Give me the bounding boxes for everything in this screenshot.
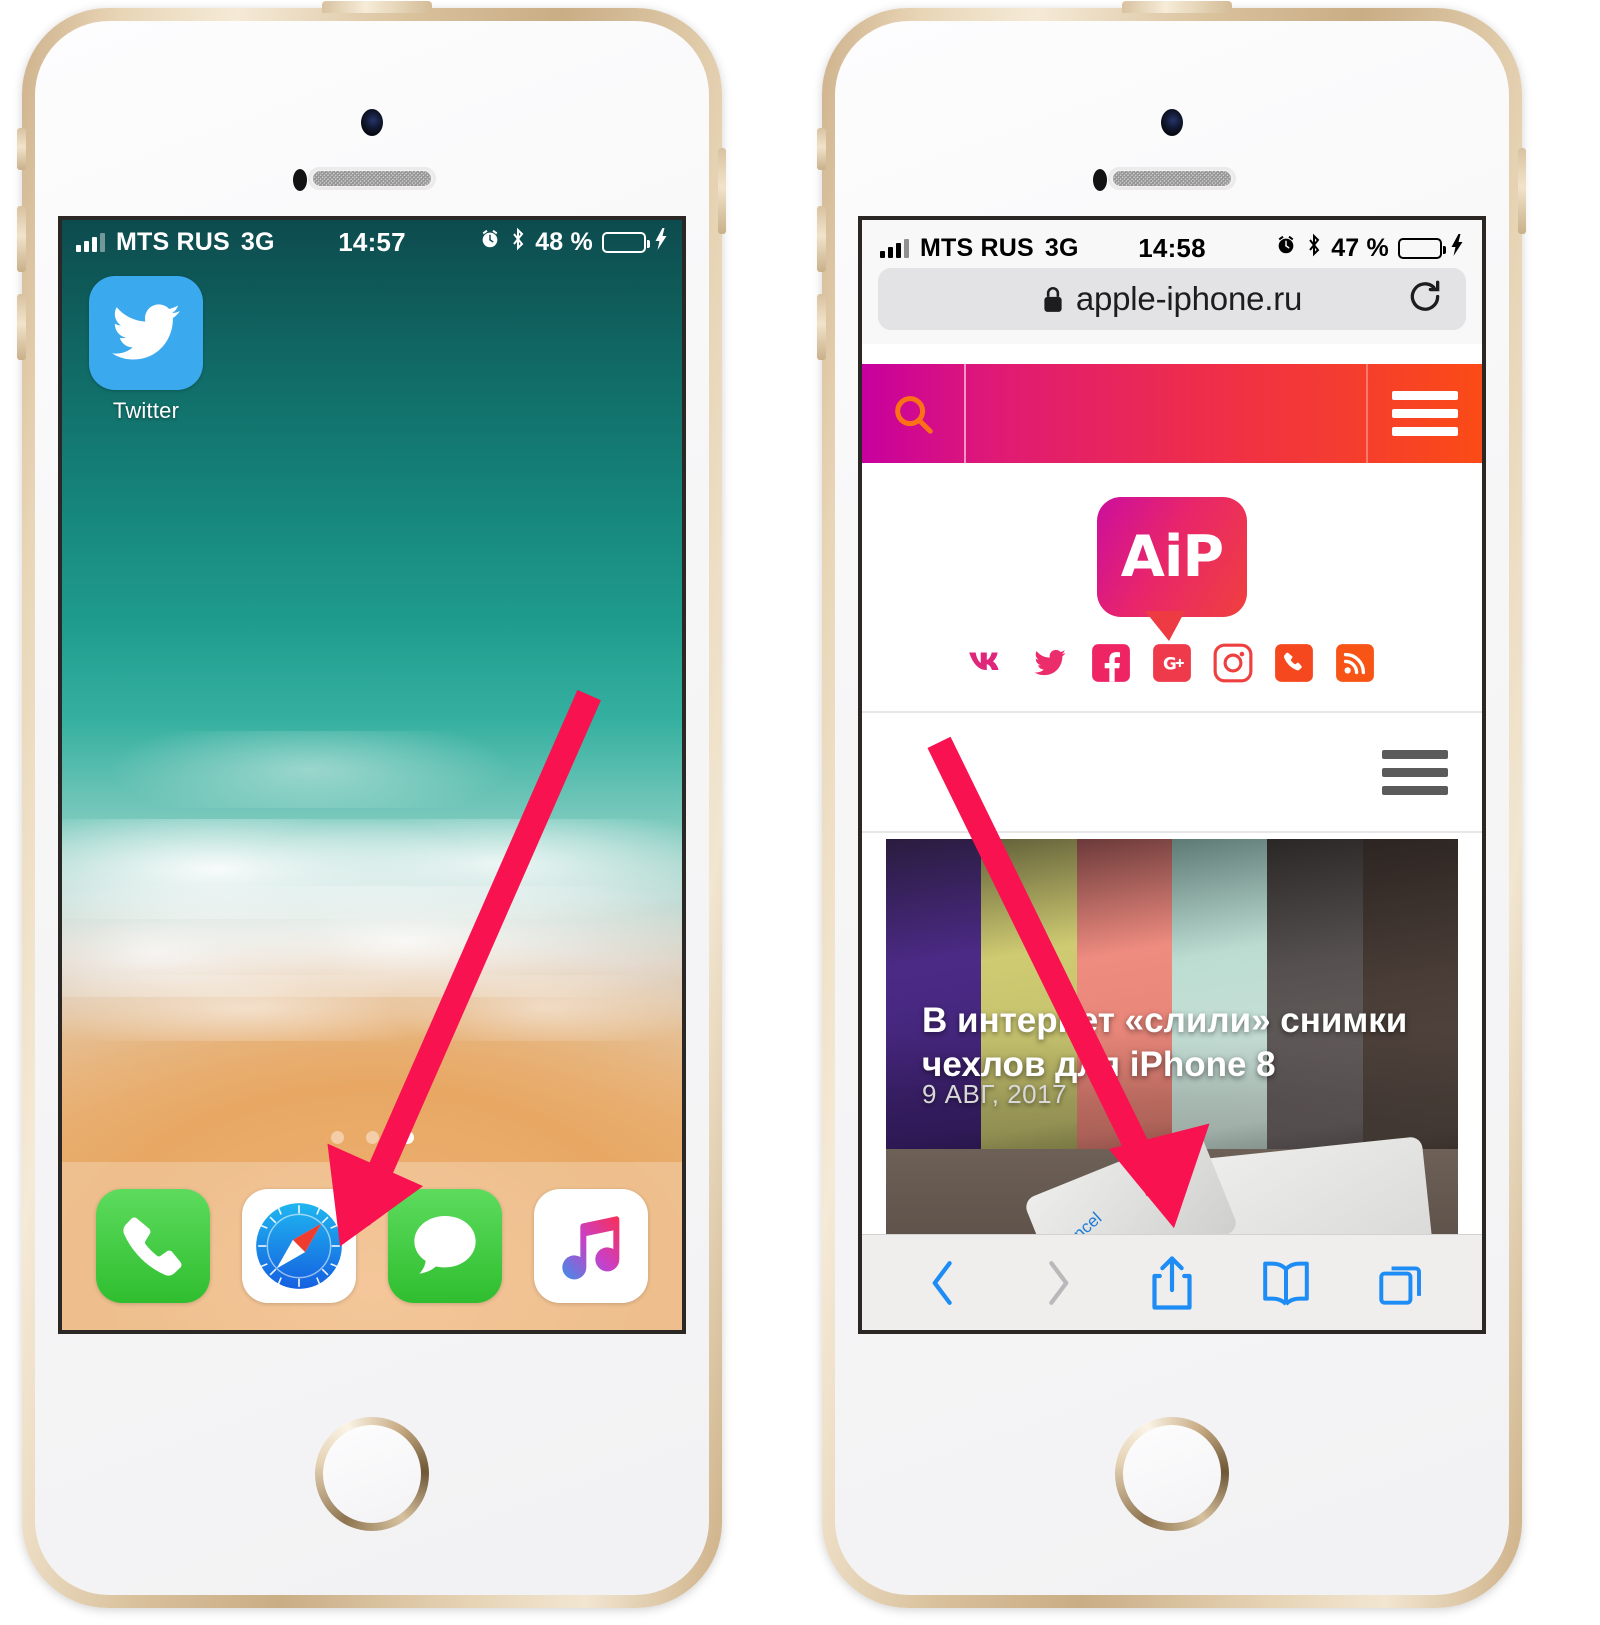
alarm-clock-icon: [479, 228, 501, 257]
earpiece-speaker-icon: [1108, 167, 1236, 190]
hamburger-menu-icon[interactable]: [1382, 749, 1448, 795]
proximity-sensor-icon: [293, 169, 307, 191]
safari-display: MTS RUS 3G 14:58 47 % apple-iphone.ru Ai…: [858, 216, 1486, 1334]
music-app-icon[interactable]: [534, 1189, 648, 1303]
share-button[interactable]: [1134, 1250, 1210, 1316]
front-camera-icon: [1161, 109, 1183, 136]
twitter-bird-icon[interactable]: [89, 276, 203, 390]
site-logo[interactable]: AiP: [862, 463, 1482, 641]
status-bar: MTS RUS 3G 14:58 47 %: [878, 228, 1466, 268]
page-dot-active[interactable]: [400, 1131, 414, 1144]
iphone-safari-browser: MTS RUS 3G 14:58 47 % apple-iphone.ru Ai…: [817, 1, 1526, 1608]
app-icon-twitter[interactable]: Twitter: [86, 276, 206, 424]
url-text[interactable]: apple-iphone.ru: [1076, 280, 1303, 318]
aip-logo-icon[interactable]: AiP: [1097, 497, 1247, 641]
rss-icon[interactable]: [1333, 641, 1377, 685]
home-screen-display: MTS RUS 3G 14:57 48 % Twitter: [58, 216, 686, 1334]
power-button[interactable]: [718, 148, 726, 234]
instagram-icon[interactable]: [1211, 641, 1255, 685]
power-button[interactable]: [1518, 148, 1526, 234]
signal-bars-icon: [76, 232, 105, 252]
charging-bolt-icon: [655, 227, 668, 257]
content-menu-button[interactable]: [862, 713, 1482, 831]
vk-icon[interactable]: [967, 641, 1011, 685]
screenshot-root: MTS RUS 3G 14:57 48 % Twitter MTS RUS 3G…: [0, 0, 1600, 1625]
article-date: 9 АВГ, 2017: [922, 1079, 1068, 1109]
network-type: 3G: [1044, 233, 1079, 262]
forward-button[interactable]: [1020, 1250, 1096, 1316]
battery-percent: 47 %: [1331, 233, 1389, 262]
battery-percent: 48 %: [535, 227, 593, 256]
bookmarks-button[interactable]: [1248, 1250, 1324, 1316]
carrier-name: MTS RUS: [920, 233, 1034, 262]
hamburger-menu-icon[interactable]: [1392, 391, 1458, 436]
home-button[interactable]: [1115, 1417, 1229, 1531]
article-card[interactable]: В интернет «слили» снимки чехлов для iPh…: [886, 839, 1458, 1234]
antenna-band: [1122, 1, 1232, 13]
article-image-lower: Cancel: [886, 1129, 1458, 1234]
ring-silent-switch[interactable]: [17, 128, 26, 170]
telephone-icon[interactable]: [1272, 641, 1316, 685]
app-grid: Twitter: [62, 276, 682, 424]
web-page-content: AiP G В интернет «слили» снимки чехлов д…: [862, 364, 1482, 1234]
cancel-overlay-text: Cancel: [1053, 1208, 1106, 1234]
messages-app-icon[interactable]: [388, 1189, 502, 1303]
safari-bottom-toolbar: [862, 1234, 1482, 1330]
ring-silent-switch[interactable]: [817, 128, 826, 170]
app-label: Twitter: [112, 398, 180, 423]
alarm-clock-icon: [1275, 234, 1297, 263]
site-menu-button[interactable]: [1366, 364, 1482, 463]
earpiece-speaker-icon: [308, 167, 436, 190]
volume-up-button[interactable]: [817, 206, 826, 272]
home-button[interactable]: [315, 1417, 429, 1531]
reload-icon[interactable]: [1406, 278, 1444, 321]
dock: [62, 1162, 682, 1330]
bluetooth-icon: [1306, 233, 1322, 264]
volume-down-button[interactable]: [817, 294, 826, 360]
svg-text:G: G: [1163, 653, 1177, 673]
network-type: 3G: [240, 227, 275, 256]
section-divider: [862, 831, 1482, 833]
back-button[interactable]: [905, 1250, 981, 1316]
url-bar[interactable]: apple-iphone.ru: [878, 268, 1466, 330]
site-search-button[interactable]: [862, 364, 966, 463]
battery-icon: [602, 231, 650, 253]
carrier-name: MTS RUS: [116, 227, 230, 256]
safari-app-icon[interactable]: [242, 1189, 356, 1303]
bluetooth-icon: [510, 227, 526, 258]
charging-bolt-icon: [1451, 233, 1464, 263]
article-title[interactable]: В интернет «слили» снимки чехлов для iPh…: [922, 999, 1430, 1087]
phone-app-icon[interactable]: [96, 1189, 210, 1303]
tabs-button[interactable]: [1363, 1250, 1439, 1316]
proximity-sensor-icon: [1093, 169, 1107, 191]
antenna-band: [322, 1, 432, 13]
status-bar: MTS RUS 3G 14:57 48 %: [62, 220, 682, 264]
lock-icon: [1042, 285, 1064, 313]
battery-icon: [1398, 237, 1446, 259]
aip-logo-text: AiP: [1120, 524, 1224, 590]
page-dot[interactable]: [365, 1131, 379, 1144]
facebook-icon[interactable]: [1089, 641, 1133, 685]
google-plus-icon[interactable]: G: [1150, 641, 1194, 685]
twitter-icon[interactable]: [1028, 641, 1072, 685]
page-indicator-dots[interactable]: [62, 1131, 682, 1144]
signal-bars-icon: [880, 238, 909, 258]
iphone-home-screen: MTS RUS 3G 14:57 48 % Twitter: [17, 1, 726, 1608]
page-dot[interactable]: [330, 1131, 344, 1144]
site-header-bar: [862, 364, 1482, 463]
safari-top-chrome: MTS RUS 3G 14:58 47 % apple-iphone.ru: [862, 220, 1482, 344]
volume-up-button[interactable]: [17, 206, 26, 272]
volume-down-button[interactable]: [17, 294, 26, 360]
front-camera-icon: [361, 109, 383, 136]
